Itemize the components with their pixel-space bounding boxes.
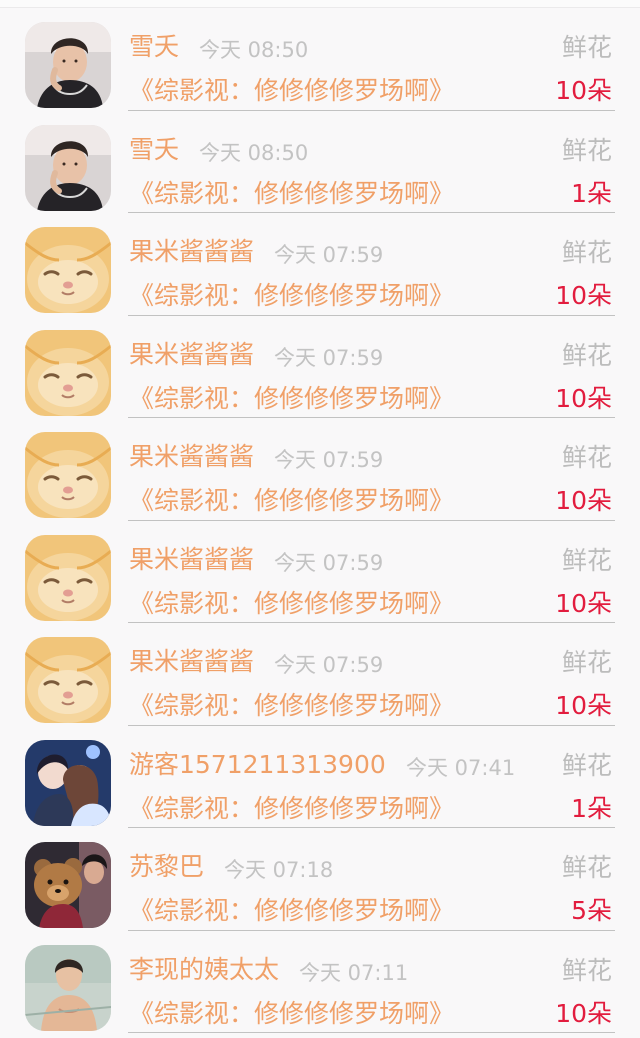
- top-separator: [0, 0, 640, 8]
- kitten-avatar[interactable]: [25, 227, 111, 313]
- gift-count: 10朵: [555, 691, 612, 720]
- gift-type-label: 鲜花: [561, 443, 612, 472]
- timestamp: 今天 07:11: [299, 960, 409, 985]
- list-item[interactable]: 果米酱酱酱 今天 07:59 鲜花《综影视：修修修修罗场啊》 10朵: [0, 418, 640, 521]
- kitten-avatar[interactable]: [25, 432, 111, 518]
- list-item[interactable]: 果米酱酱酱 今天 07:59 鲜花《综影视：修修修修罗场啊》 10朵: [0, 213, 640, 316]
- gift-type-label: 鲜花: [561, 853, 612, 882]
- user-name[interactable]: 李现的姨太太: [129, 955, 279, 985]
- gift-count: 10朵: [555, 281, 612, 310]
- book-title-link[interactable]: 《综影视：修修修修罗场啊》: [129, 384, 454, 414]
- list-item[interactable]: 雪夭 今天 08:50 鲜花《综影视：修修修修罗场啊》 1朵: [0, 111, 640, 213]
- book-title-link[interactable]: 《综影视：修修修修罗场啊》: [129, 281, 454, 311]
- timestamp: 今天 07:59: [274, 448, 384, 472]
- user-name[interactable]: 果米酱酱酱: [129, 340, 254, 370]
- timestamp: 今天 08:50: [199, 38, 309, 62]
- user-name[interactable]: 雪夭: [129, 32, 179, 62]
- list-item[interactable]: 雪夭 今天 08:50 鲜花《综影视：修修修修罗场啊》 10朵: [0, 8, 640, 111]
- gift-type-label: 鲜花: [561, 545, 612, 575]
- anime-couple-avatar[interactable]: [25, 739, 111, 826]
- timestamp: 今天 07:59: [274, 345, 384, 370]
- user-name[interactable]: 果米酱酱酱: [129, 237, 254, 267]
- gift-type-label: 鲜花: [561, 238, 612, 267]
- user-name[interactable]: 果米酱酱酱: [129, 442, 254, 472]
- user-name[interactable]: 雪夭: [129, 135, 179, 165]
- shirtless-man-avatar[interactable]: [25, 944, 111, 1031]
- gift-count: 10朵: [555, 588, 612, 618]
- kitten-avatar[interactable]: [25, 534, 111, 621]
- man-avatar[interactable]: [25, 22, 111, 108]
- gift-type-label: 鲜花: [561, 648, 612, 677]
- timestamp: 今天 07:59: [274, 653, 384, 677]
- book-title-link[interactable]: 《综影视：修修修修罗场啊》: [129, 179, 454, 209]
- gift-type-label: 鲜花: [561, 33, 612, 62]
- gift-count: 1朵: [571, 178, 612, 208]
- gift-record-list: 雪夭 今天 08:50 鲜花 《综影视：修修修修罗场啊》 10朵 雪夭 今天 08:50 鲜…: [0, 8, 640, 1033]
- book-title-link[interactable]: 《综影视：修修修修罗场啊》: [129, 999, 454, 1029]
- gift-type-label: 鲜花: [561, 955, 612, 985]
- book-title-link[interactable]: 《综影视：修修修修罗场啊》: [129, 896, 454, 926]
- kitten-avatar[interactable]: [25, 329, 111, 416]
- user-name[interactable]: 果米酱酱酱: [129, 545, 254, 575]
- user-name[interactable]: 游客1571211313900: [129, 750, 386, 780]
- gift-count: 5朵: [571, 896, 612, 925]
- book-title-link[interactable]: 《综影视：修修修修罗场啊》: [129, 76, 454, 106]
- timestamp: 今天 07:18: [224, 858, 334, 882]
- timestamp: 今天 07:41: [406, 755, 516, 780]
- row-divider: [128, 1032, 615, 1033]
- timestamp: 今天 07:59: [274, 243, 384, 267]
- book-title-link[interactable]: 《综影视：修修修修罗场啊》: [129, 486, 454, 516]
- timestamp: 今天 07:59: [274, 550, 384, 575]
- list-item[interactable]: 果米酱酱酱 今天 07:59 鲜花《综影视：修修修修罗场啊》 10朵: [0, 521, 640, 623]
- gift-count: 1朵: [571, 793, 612, 823]
- list-item[interactable]: 游客1571211313900 今天 07:41 鲜花《综影视：修修修修罗场啊》 1朵: [0, 726, 640, 828]
- user-name[interactable]: 果米酱酱酱: [129, 647, 254, 677]
- list-item[interactable]: 果米酱酱酱 今天 07:59 鲜花《综影视：修修修修罗场啊》 10朵: [0, 316, 640, 418]
- gift-count: 10朵: [555, 76, 612, 105]
- timestamp: 今天 08:50: [199, 140, 309, 165]
- kitten-avatar[interactable]: [25, 637, 111, 723]
- book-title-link[interactable]: 《综影视：修修修修罗场啊》: [129, 589, 454, 619]
- gift-count: 10朵: [555, 383, 612, 413]
- gift-type-label: 鲜花: [561, 340, 612, 370]
- book-title-link[interactable]: 《综影视：修修修修罗场啊》: [129, 691, 454, 721]
- book-title-link[interactable]: 《综影视：修修修修罗场啊》: [129, 794, 454, 824]
- list-item[interactable]: 李现的姨太太 今天 07:11 鲜花《综影视：修修修修罗场啊》 10朵: [0, 931, 640, 1033]
- gift-count: 10朵: [555, 998, 612, 1028]
- gift-type-label: 鲜花: [561, 135, 612, 165]
- gift-count: 10朵: [555, 486, 612, 515]
- gift-type-label: 鲜花: [561, 750, 612, 780]
- user-name[interactable]: 苏黎巴: [129, 852, 204, 882]
- teddy-bear-avatar[interactable]: [25, 842, 111, 928]
- man-avatar[interactable]: [25, 124, 111, 211]
- list-item[interactable]: 苏黎巴 今天 07:18 鲜花《综影视：修修修修罗场啊》 5朵: [0, 828, 640, 931]
- list-item[interactable]: 果米酱酱酱 今天 07:59 鲜花《综影视：修修修修罗场啊》 10朵: [0, 623, 640, 726]
